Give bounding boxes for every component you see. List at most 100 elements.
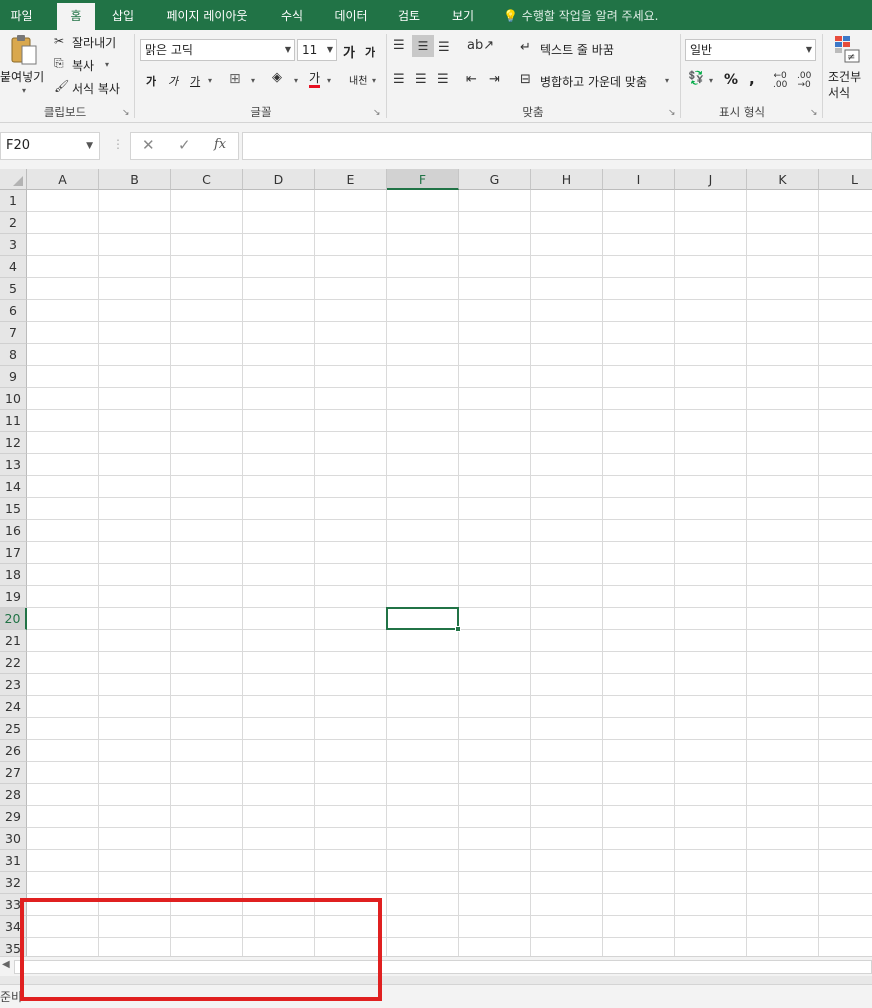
cancel-icon[interactable]: ✕ bbox=[142, 136, 155, 154]
row-header-8[interactable]: 8 bbox=[0, 344, 27, 366]
row-header-15[interactable]: 15 bbox=[0, 498, 27, 520]
merge-dropdown-icon[interactable]: ▾ bbox=[665, 76, 669, 85]
row-header-9[interactable]: 9 bbox=[0, 366, 27, 388]
scrollbar-track[interactable] bbox=[14, 960, 872, 974]
format-painter-icon[interactable]: 🖌 bbox=[54, 79, 69, 93]
row-header-25[interactable]: 25 bbox=[0, 718, 27, 740]
row-header-10[interactable]: 10 bbox=[0, 388, 27, 410]
align-left-icon[interactable]: ☰ bbox=[393, 72, 405, 87]
conditional-format-line1[interactable]: 조건부 bbox=[828, 68, 861, 85]
tab-home[interactable]: 홈 bbox=[57, 3, 95, 33]
row-header-19[interactable]: 19 bbox=[0, 586, 27, 608]
column-header-j[interactable]: J bbox=[675, 169, 747, 190]
insert-function-icon[interactable]: fx bbox=[214, 137, 226, 152]
decrease-decimal-icon[interactable]: .00 →0 bbox=[797, 72, 811, 90]
name-box[interactable]: F20 ▼ bbox=[0, 132, 100, 160]
scissors-icon[interactable]: ✂ bbox=[54, 34, 64, 48]
scroll-left-icon[interactable]: ◀ bbox=[2, 959, 10, 970]
column-header-g[interactable]: G bbox=[459, 169, 531, 190]
font-color-button[interactable]: 가 bbox=[309, 71, 321, 88]
increase-indent-icon[interactable]: ⇥ bbox=[489, 72, 500, 87]
row-header-34[interactable]: 34 bbox=[0, 916, 27, 938]
row-header-11[interactable]: 11 bbox=[0, 410, 27, 432]
tell-me-box[interactable]: 💡 수행할 작업을 알려 주세요. bbox=[503, 0, 673, 30]
underline-button[interactable]: 가 bbox=[190, 73, 200, 89]
row-header-24[interactable]: 24 bbox=[0, 696, 27, 718]
number-launcher-icon[interactable]: ↘ bbox=[810, 108, 818, 118]
copy-dropdown-icon[interactable]: ▾ bbox=[105, 60, 109, 69]
row-header-32[interactable]: 32 bbox=[0, 872, 27, 894]
row-header-16[interactable]: 16 bbox=[0, 520, 27, 542]
row-header-1[interactable]: 1 bbox=[0, 190, 27, 212]
row-header-23[interactable]: 23 bbox=[0, 674, 27, 696]
align-center-icon[interactable]: ☰ bbox=[415, 72, 427, 87]
horizontal-scrollbar[interactable]: ◀ bbox=[0, 956, 872, 976]
currency-icon[interactable]: 💱 bbox=[688, 71, 704, 86]
row-header-31[interactable]: 31 bbox=[0, 850, 27, 872]
percent-button[interactable]: % bbox=[724, 72, 738, 88]
row-header-5[interactable]: 5 bbox=[0, 278, 27, 300]
paste-dropdown-icon[interactable]: ▾ bbox=[22, 86, 26, 95]
formula-input[interactable] bbox=[242, 132, 872, 160]
tab-formulas[interactable]: 수식 bbox=[272, 0, 312, 30]
border-dropdown-icon[interactable]: ▾ bbox=[251, 76, 255, 85]
column-header-e[interactable]: E bbox=[315, 169, 387, 190]
align-right-icon[interactable]: ☰ bbox=[437, 72, 449, 87]
row-header-6[interactable]: 6 bbox=[0, 300, 27, 322]
row-header-4[interactable]: 4 bbox=[0, 256, 27, 278]
merge-center-icon[interactable]: ⊟ bbox=[520, 72, 531, 87]
alignment-launcher-icon[interactable]: ↘ bbox=[668, 108, 676, 118]
column-header-h[interactable]: H bbox=[531, 169, 603, 190]
tab-view[interactable]: 보기 bbox=[443, 0, 483, 30]
row-header-7[interactable]: 7 bbox=[0, 322, 27, 344]
fill-handle[interactable] bbox=[455, 626, 461, 632]
column-header-f[interactable]: F bbox=[387, 169, 459, 190]
phonetic-button[interactable]: 내천 bbox=[349, 72, 367, 87]
row-header-29[interactable]: 29 bbox=[0, 806, 27, 828]
row-header-21[interactable]: 21 bbox=[0, 630, 27, 652]
phonetic-dropdown-icon[interactable]: ▾ bbox=[372, 76, 376, 85]
font-launcher-icon[interactable]: ↘ bbox=[373, 108, 381, 118]
row-header-22[interactable]: 22 bbox=[0, 652, 27, 674]
increase-decimal-icon[interactable]: ←0.00 bbox=[773, 72, 787, 90]
underline-dropdown-icon[interactable]: ▾ bbox=[208, 76, 212, 85]
row-header-13[interactable]: 13 bbox=[0, 454, 27, 476]
number-format-select[interactable]: 일반 ▼ bbox=[685, 39, 816, 61]
tab-file[interactable]: 파일 bbox=[0, 0, 43, 30]
row-header-20[interactable]: 20 bbox=[0, 608, 27, 630]
row-header-33[interactable]: 33 bbox=[0, 894, 27, 916]
column-header-a[interactable]: A bbox=[27, 169, 99, 190]
tab-review[interactable]: 검토 bbox=[389, 0, 429, 30]
align-middle-icon[interactable]: ☰ bbox=[412, 35, 434, 57]
column-header-c[interactable]: C bbox=[171, 169, 243, 190]
row-header-26[interactable]: 26 bbox=[0, 740, 27, 762]
shrink-font-button[interactable]: 가 bbox=[365, 44, 375, 60]
row-header-35[interactable]: 35 bbox=[0, 938, 27, 956]
conditional-format-line2[interactable]: 서식 bbox=[828, 84, 850, 101]
wrap-text-button[interactable]: 텍스트 줄 바꿈 bbox=[540, 41, 614, 58]
fill-color-dropdown-icon[interactable]: ▾ bbox=[294, 76, 298, 85]
tab-insert[interactable]: 삽입 bbox=[103, 0, 143, 30]
font-color-dropdown-icon[interactable]: ▾ bbox=[327, 76, 331, 85]
font-name-select[interactable]: 맑은 고딕 ▼ bbox=[140, 39, 295, 61]
column-header-d[interactable]: D bbox=[243, 169, 315, 190]
align-bottom-icon[interactable]: ☰ bbox=[438, 40, 450, 55]
font-size-select[interactable]: 11 ▼ bbox=[297, 39, 337, 61]
border-icon[interactable]: ⊞ bbox=[229, 71, 241, 87]
orientation-icon[interactable]: ab↗ bbox=[467, 38, 494, 53]
wrap-text-icon[interactable]: ↵ bbox=[520, 40, 531, 55]
bold-button[interactable]: 가 bbox=[146, 73, 156, 89]
tab-data[interactable]: 데이터 bbox=[328, 0, 374, 30]
enter-icon[interactable]: ✓ bbox=[178, 136, 191, 154]
merge-center-button[interactable]: 병합하고 가운데 맞춤 bbox=[540, 73, 647, 90]
column-header-l[interactable]: L bbox=[819, 169, 872, 190]
currency-dropdown-icon[interactable]: ▾ bbox=[709, 76, 713, 85]
clipboard-launcher-icon[interactable]: ↘ bbox=[122, 108, 130, 118]
tab-page-layout[interactable]: 페이지 레이아웃 bbox=[158, 0, 256, 30]
comma-button[interactable]: , bbox=[749, 70, 755, 88]
worksheet-grid[interactable]: ABCDEFGHIJKL 1 2 3 4 5 6 7 8 9 10 11 12 13 14 15 16 17 18… bbox=[0, 169, 872, 956]
column-header-i[interactable]: I bbox=[603, 169, 675, 190]
paste-button[interactable]: 붙여넣기 bbox=[0, 68, 44, 85]
copy-button[interactable]: 복사 bbox=[72, 57, 94, 74]
cut-button[interactable]: 잘라내기 bbox=[72, 34, 116, 51]
